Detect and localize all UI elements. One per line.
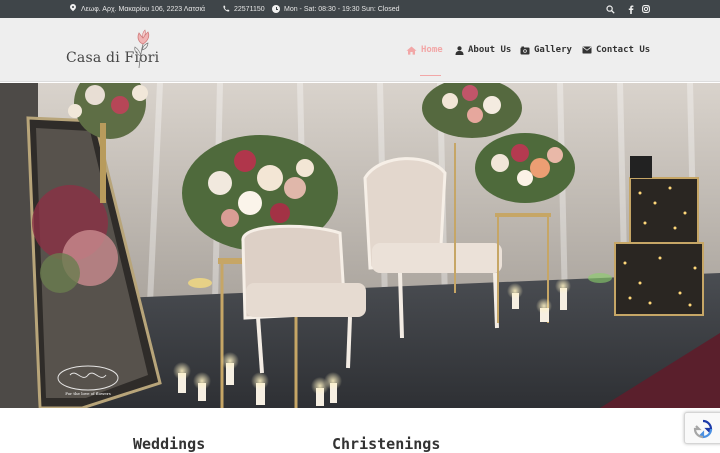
envelope-icon <box>582 46 592 54</box>
facebook-icon[interactable] <box>624 0 638 18</box>
site-header: Casa di Fiori Home About Us Gallery Cont… <box>0 18 720 82</box>
phone-text: 22571150 <box>234 5 265 13</box>
camera-icon <box>520 46 530 54</box>
hours-text: Mon - Sat: 08:30 - 19:30 Sun: Closed <box>284 5 400 13</box>
flower-icon <box>134 29 150 69</box>
address-info: Λεωφ. Αρχ. Μακαρίου 106, 2223 Λατσιά <box>68 0 206 18</box>
nav-about-us[interactable]: About Us <box>455 42 511 58</box>
site-logo[interactable]: Casa di Fiori <box>66 28 166 74</box>
nav-contact-us[interactable]: Contact Us <box>582 42 650 58</box>
hero-watermark-text: For the love of flowers <box>65 391 111 396</box>
nav-home-label: Home <box>421 45 443 55</box>
section-title-christenings[interactable]: Christenings <box>332 435 440 453</box>
map-pin-icon <box>68 2 78 13</box>
user-icon <box>455 45 464 55</box>
nav-contact-us-label: Contact Us <box>596 45 651 55</box>
hero-image: For the love of flowers <box>0 83 720 408</box>
search-icon[interactable] <box>603 0 617 18</box>
phone-icon <box>222 5 230 13</box>
recaptcha-badge[interactable] <box>684 412 720 444</box>
nav-home[interactable]: Home <box>406 42 443 58</box>
section-title-weddings[interactable]: Weddings <box>133 435 205 453</box>
instagram-icon[interactable] <box>639 0 653 18</box>
phone-info[interactable]: 22571150 <box>222 0 265 18</box>
recaptcha-icon <box>693 419 713 439</box>
nav-gallery[interactable]: Gallery <box>520 42 572 58</box>
nav-active-underline <box>420 75 441 76</box>
hours-info: Mon - Sat: 08:30 - 19:30 Sun: Closed <box>272 0 400 18</box>
address-text: Λεωφ. Αρχ. Μακαρίου 106, 2223 Λατσιά <box>81 5 206 13</box>
nav-gallery-label: Gallery <box>534 45 572 55</box>
top-bar: Λεωφ. Αρχ. Μακαρίου 106, 2223 Λατσιά 225… <box>0 0 720 18</box>
home-icon <box>406 46 417 55</box>
nav-about-us-label: About Us <box>468 45 512 55</box>
clock-icon <box>272 5 280 13</box>
